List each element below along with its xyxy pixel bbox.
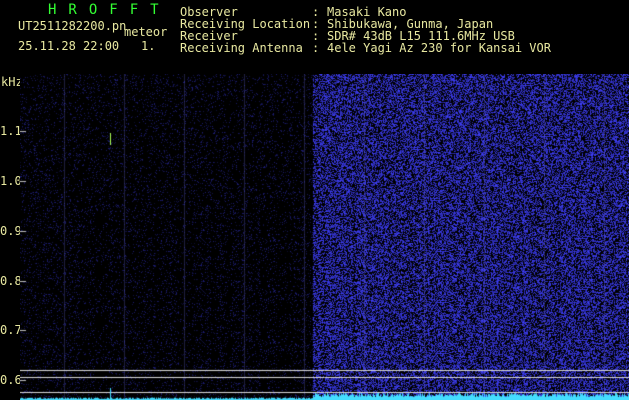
y-tick-label: 0.7 (0, 323, 22, 337)
filename-label: UT2511282200.pn (18, 19, 127, 33)
colon-separator: : (312, 41, 320, 55)
y-tick-label: 1.0 (0, 174, 22, 188)
antenna-value: 4ele Yagi Az 230 for Kansai VOR (327, 41, 551, 55)
count-label: 1. (141, 39, 156, 53)
y-tick-label: 0.8 (0, 274, 22, 288)
y-tick-label: 0.6 (0, 373, 22, 387)
header-panel: HROFFT UT2511282200.pn meteor 25.11.28 2… (0, 0, 629, 76)
app-logo: HROFFT (48, 2, 171, 18)
spectrogram-area[interactable] (20, 74, 629, 400)
datetime-label: 25.11.28 22:00 (18, 39, 120, 53)
antenna-label: Receiving Antenna (180, 41, 303, 55)
spectrogram-canvas[interactable] (20, 74, 629, 400)
mode-label: meteor (124, 25, 168, 39)
y-tick-label: 1.1 (0, 124, 22, 138)
y-tick-label: 0.9 (0, 224, 22, 238)
